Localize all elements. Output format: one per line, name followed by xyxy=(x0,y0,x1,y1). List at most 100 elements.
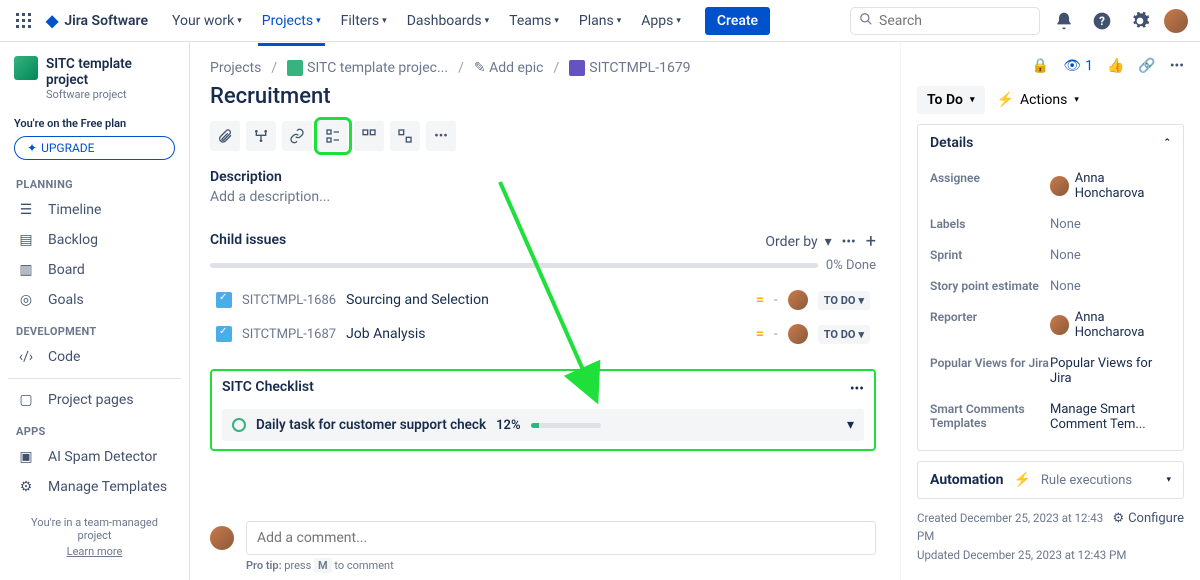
sidebar-item-code[interactable]: ‹/›Code xyxy=(8,342,181,372)
assignee-value[interactable]: Anna Honcharova xyxy=(1050,171,1171,201)
svg-text:?: ? xyxy=(1099,14,1105,28)
search-input[interactable] xyxy=(879,13,1019,29)
share-icon[interactable]: 🔗 xyxy=(1138,58,1155,74)
nav-teams[interactable]: Teams▾ xyxy=(501,5,567,37)
crumb-project[interactable]: SITC template projec... xyxy=(307,60,448,76)
child-issues-label: Child issues xyxy=(210,232,765,248)
more-icon[interactable]: ••• xyxy=(1170,58,1184,74)
sprint-label: Sprint xyxy=(930,248,1050,263)
pro-tip: Pro tip: press M to comment xyxy=(246,559,876,572)
checklist-button[interactable] xyxy=(318,121,348,151)
issue-title[interactable]: Recruitment xyxy=(210,84,876,109)
lightning-icon: ⚡ xyxy=(997,92,1014,108)
child-status[interactable]: TO DO▾ xyxy=(818,325,870,344)
crumb-issue-key[interactable]: SITCTMPL-1679 xyxy=(589,60,690,76)
issue-toolbar: ••• xyxy=(210,121,876,151)
description-input[interactable]: Add a description... xyxy=(210,189,876,205)
nav-filters[interactable]: Filters▾ xyxy=(333,5,395,37)
child-issue-row[interactable]: SITCTMPL-1687 Job Analysis = - TO DO▾ xyxy=(210,317,876,351)
more-actions-button[interactable]: ••• xyxy=(426,121,456,151)
estimate-value[interactable]: None xyxy=(1050,279,1171,294)
sprint-value[interactable]: None xyxy=(1050,248,1171,263)
estimate-label: Story point estimate xyxy=(930,279,1050,294)
sidebar-item-timeline[interactable]: ☰Timeline xyxy=(8,195,181,225)
views-label: Popular Views for Jira xyxy=(930,356,1050,386)
order-by-dropdown[interactable]: Order by ▾ xyxy=(765,234,831,250)
child-title[interactable]: Job Analysis xyxy=(346,326,746,342)
attach-button[interactable] xyxy=(210,121,240,151)
app-button-2[interactable] xyxy=(390,121,420,151)
code-icon: ‹/› xyxy=(16,349,36,365)
child-key[interactable]: SITCTMPL-1687 xyxy=(242,327,336,342)
chevron-down-icon[interactable]: ▾ xyxy=(847,417,854,433)
app-switcher-icon[interactable] xyxy=(12,9,36,33)
product-logo[interactable]: ◆ Jira Software xyxy=(46,11,148,30)
child-title[interactable]: Sourcing and Selection xyxy=(346,292,746,308)
add-child-button[interactable]: + xyxy=(866,231,876,252)
checklist-more-icon[interactable]: ••• xyxy=(850,381,864,397)
labels-value[interactable]: None xyxy=(1050,217,1171,232)
user-avatar[interactable] xyxy=(1164,9,1188,33)
detail-panel: 🔒 👁 1 👍 🔗 ••• To Do▾ ⚡Actions▾ Details⌃ … xyxy=(900,42,1200,580)
assignee-label: Assignee xyxy=(930,171,1050,201)
breadcrumb: Projects/ SITC template projec.../ ✎ Add… xyxy=(210,60,876,76)
smart-value[interactable]: Manage Smart Comment Tem... xyxy=(1050,402,1171,432)
assignee-avatar[interactable] xyxy=(788,290,808,310)
vote-icon[interactable]: 👍 xyxy=(1107,58,1124,74)
notifications-icon[interactable] xyxy=(1050,7,1078,35)
crumb-projects[interactable]: Projects xyxy=(210,60,261,76)
child-issue-row[interactable]: SITCTMPL-1686 Sourcing and Selection = -… xyxy=(210,283,876,317)
sidebar-item-goals[interactable]: ◎Goals xyxy=(8,285,181,315)
app-button-1[interactable] xyxy=(354,121,384,151)
reporter-value[interactable]: Anna Honcharova xyxy=(1050,310,1171,340)
nav-your-work[interactable]: Your work▾ xyxy=(164,5,250,37)
sidebar-item-manage-templates[interactable]: ⚙Manage Templates xyxy=(8,472,181,502)
section-apps: APPS xyxy=(8,415,181,442)
lock-icon[interactable]: 🔒 xyxy=(1032,58,1049,74)
details-header[interactable]: Details⌃ xyxy=(918,125,1183,161)
status-dropdown[interactable]: To Do▾ xyxy=(917,86,985,114)
reporter-label: Reporter xyxy=(930,310,1050,340)
child-key[interactable]: SITCTMPL-1686 xyxy=(242,293,336,308)
nav-projects[interactable]: Projects▾ xyxy=(254,5,329,37)
jira-icon: ◆ xyxy=(46,11,58,30)
actions-dropdown[interactable]: ⚡Actions▾ xyxy=(997,86,1079,114)
issue-content: Projects/ SITC template projec.../ ✎ Add… xyxy=(190,42,900,580)
crumb-add-epic[interactable]: Add epic xyxy=(489,60,543,76)
link-button[interactable] xyxy=(282,121,312,151)
settings-icon[interactable] xyxy=(1126,7,1154,35)
nav-plans[interactable]: Plans▾ xyxy=(571,5,629,37)
upgrade-button[interactable]: ✦UPGRADE xyxy=(14,136,175,160)
top-nav: ◆ Jira Software Your work▾ Projects▾ Fil… xyxy=(0,0,1200,42)
priority-icon: = xyxy=(756,292,764,308)
help-icon[interactable]: ? xyxy=(1088,7,1116,35)
child-status[interactable]: TO DO▾ xyxy=(818,291,870,310)
checklist-percent: 12% xyxy=(496,418,520,433)
sidebar-item-board[interactable]: ▥Board xyxy=(8,255,181,285)
child-more-icon[interactable]: ••• xyxy=(842,234,856,250)
project-icon xyxy=(14,56,38,80)
search-icon xyxy=(859,12,873,30)
search-box[interactable] xyxy=(850,7,1040,35)
nav-apps[interactable]: Apps▾ xyxy=(633,5,689,37)
views-value[interactable]: Popular Views for Jira xyxy=(1050,356,1171,386)
sidebar: SITC template project Software project Y… xyxy=(0,42,190,580)
task-icon xyxy=(216,292,232,308)
sidebar-item-spam-detector[interactable]: ▣AI Spam Detector xyxy=(8,442,181,472)
sidebar-item-project-pages[interactable]: ▢Project pages xyxy=(8,385,181,415)
configure-button[interactable]: ⚙ Configure xyxy=(1112,509,1184,530)
watchers-button[interactable]: 👁 1 xyxy=(1063,58,1093,74)
comment-input[interactable] xyxy=(246,521,876,555)
unassigned-icon[interactable]: - xyxy=(774,292,778,308)
labels-label: Labels xyxy=(930,217,1050,232)
priority-icon: = xyxy=(756,326,764,342)
learn-more-link[interactable]: Learn more xyxy=(16,545,173,558)
automation-row[interactable]: Automation ⚡ Rule executions ▾ xyxy=(917,461,1184,499)
assignee-avatar[interactable] xyxy=(788,324,808,344)
create-button[interactable]: Create xyxy=(705,7,770,35)
nav-dashboards[interactable]: Dashboards▾ xyxy=(399,5,497,37)
sidebar-item-backlog[interactable]: ▤Backlog xyxy=(8,225,181,255)
subtask-button[interactable] xyxy=(246,121,276,151)
unassigned-icon[interactable]: - xyxy=(774,326,778,342)
checklist-item[interactable]: Daily task for customer support check 12… xyxy=(222,409,864,441)
